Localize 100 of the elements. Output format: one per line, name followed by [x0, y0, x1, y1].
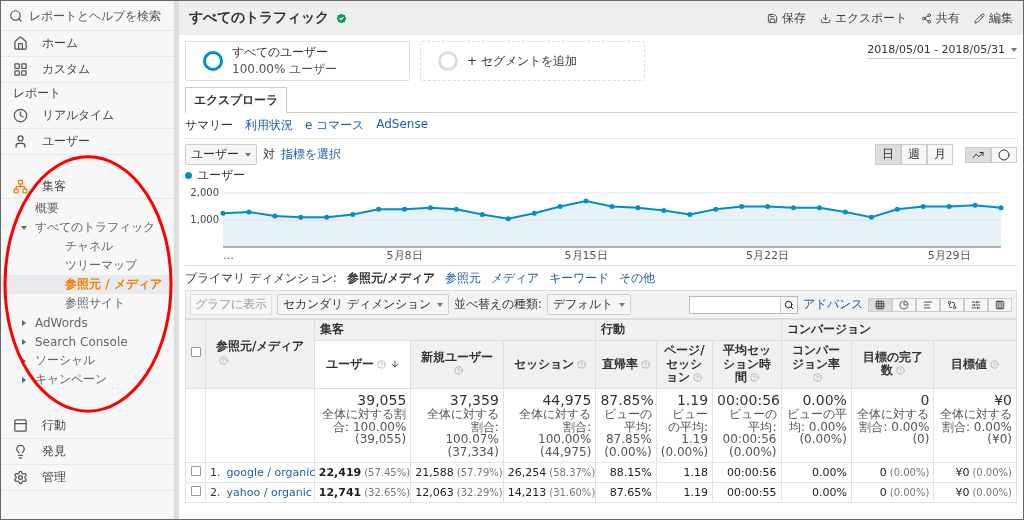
date-range-picker[interactable]: 2018/05/01 - 2018/05/31 — [867, 41, 1017, 59]
data-point[interactable] — [479, 212, 485, 218]
nav-subitem[interactable]: ツリーマップ — [1, 256, 174, 275]
nav-subitem[interactable]: ソーシャル — [1, 351, 174, 370]
column-header[interactable]: 目標の完了数 — [851, 340, 934, 389]
nav-item[interactable]: 発見 — [1, 439, 174, 465]
data-point[interactable] — [246, 209, 252, 215]
data-point[interactable] — [920, 204, 926, 209]
data-point[interactable] — [998, 205, 1004, 211]
segment-card[interactable]: + セグメントを追加 — [420, 41, 645, 81]
nav-item[interactable]: ホーム — [1, 31, 174, 57]
column-header[interactable]: ページ/セッション — [656, 340, 713, 389]
nav-subitem[interactable]: 参照サイト — [1, 294, 174, 313]
view-button[interactable] — [868, 297, 892, 312]
period-button[interactable]: 月 — [927, 144, 953, 165]
data-point[interactable] — [272, 213, 278, 219]
line-chart-button[interactable] — [965, 146, 991, 163]
nav-item[interactable]: 集客 — [1, 175, 174, 199]
table-view-icon — [875, 299, 885, 310]
header-action[interactable]: 共有 — [921, 9, 960, 27]
column-header[interactable]: 参照元/メディア — [205, 319, 315, 389]
expand-arrow-icon[interactable] — [22, 376, 26, 383]
subtab-link[interactable]: サマリー — [185, 117, 233, 134]
nav-subitem[interactable]: 概要 — [1, 199, 174, 218]
search-field[interactable]: レポートとヘルプを検索 — [29, 8, 173, 23]
header-action[interactable]: 編集 — [974, 9, 1013, 27]
data-point[interactable] — [402, 206, 408, 212]
data-point[interactable] — [298, 214, 304, 220]
nav-subitem[interactable]: チャネル — [1, 237, 174, 256]
source-link[interactable]: yahoo / organic — [226, 485, 312, 499]
dimension-link[interactable]: その他 — [619, 270, 656, 287]
sort-dropdown[interactable]: デフォルト — [546, 294, 631, 315]
row-checkbox[interactable] — [190, 486, 201, 497]
view-button[interactable] — [940, 297, 964, 312]
data-point[interactable] — [427, 205, 433, 211]
data-point[interactable] — [583, 198, 589, 204]
column-header[interactable]: コンバージョン率 — [781, 340, 852, 389]
subtab-link[interactable]: e コマース — [305, 117, 365, 134]
data-point[interactable] — [765, 204, 771, 209]
data-point[interactable] — [687, 212, 693, 218]
data-point[interactable] — [557, 204, 563, 209]
source-link[interactable]: google / organic — [226, 465, 316, 479]
data-point[interactable] — [324, 214, 330, 220]
advanced-link[interactable]: アドバンス — [803, 296, 863, 313]
column-header[interactable]: 目標値 — [933, 340, 1017, 389]
segment-card[interactable]: すべてのユーザー 100.00% ユーザー — [185, 41, 410, 81]
nav-item[interactable]: 行動 — [1, 413, 174, 439]
period-button[interactable]: 週 — [901, 144, 927, 165]
column-header[interactable]: 平均セッション時間 — [712, 340, 781, 389]
column-header[interactable]: 直帰率 — [595, 340, 657, 389]
nav-subitem[interactable]: キャンペーン — [1, 370, 174, 389]
nav-item[interactable]: 管理 — [1, 465, 174, 491]
data-point[interactable] — [713, 206, 719, 212]
nav-subitem[interactable]: Search Console — [1, 332, 174, 351]
data-point[interactable] — [505, 216, 511, 222]
motion-chart-button[interactable] — [991, 146, 1017, 163]
nav-item[interactable]: ユーザー — [1, 129, 174, 155]
subtab-link[interactable]: AdSense — [376, 117, 429, 134]
secondary-dimension-dropdown[interactable]: セカンダリ ディメンション — [277, 294, 449, 315]
data-point[interactable] — [350, 212, 356, 218]
expand-arrow-icon[interactable] — [22, 319, 26, 326]
tab[interactable]: エクスプローラ — [185, 87, 287, 113]
data-point[interactable] — [972, 202, 978, 208]
header-action[interactable]: 保存 — [767, 9, 806, 27]
data-point[interactable] — [376, 206, 382, 212]
metric-dropdown[interactable]: ユーザー — [185, 144, 257, 165]
period-button[interactable]: 日 — [875, 144, 901, 165]
data-point[interactable] — [453, 206, 459, 212]
select-all-checkbox[interactable] — [191, 347, 201, 358]
dimension-link[interactable]: メディア — [491, 270, 540, 287]
data-point[interactable] — [220, 210, 226, 216]
row-checkbox[interactable] — [190, 466, 201, 477]
data-point[interactable] — [842, 209, 848, 215]
data-point[interactable] — [868, 214, 874, 220]
nav-item[interactable]: カスタム — [1, 57, 174, 83]
column-header[interactable]: 新規ユーザー — [410, 340, 504, 389]
data-point[interactable] — [531, 210, 537, 216]
subtab-link[interactable]: 利用状況 — [245, 117, 293, 134]
column-header[interactable]: セッション — [503, 340, 596, 389]
nav-subitem[interactable]: AdWords — [1, 313, 174, 332]
data-point[interactable] — [661, 208, 667, 214]
data-point[interactable] — [816, 205, 822, 211]
data-point[interactable] — [791, 205, 797, 211]
data-point[interactable] — [609, 204, 615, 209]
data-point[interactable] — [635, 205, 641, 211]
data-point[interactable] — [946, 204, 952, 209]
expand-arrow-icon[interactable] — [22, 357, 26, 364]
expand-arrow-icon[interactable] — [21, 225, 27, 230]
expand-arrow-icon[interactable] — [22, 338, 26, 345]
nav-subitem[interactable]: すべてのトラフィック — [1, 218, 174, 237]
dimension-link[interactable]: 参照元 — [445, 270, 482, 287]
data-point[interactable] — [739, 204, 745, 209]
header-action[interactable]: エクスポート — [820, 9, 907, 27]
column-header[interactable]: ユーザー — [314, 340, 411, 389]
data-point[interactable] — [894, 206, 900, 212]
view-button[interactable] — [988, 297, 1012, 312]
dimension-link[interactable]: キーワード — [549, 270, 610, 287]
select-metric-link[interactable]: 指標を選択 — [281, 146, 341, 163]
table-search-field[interactable] — [689, 295, 798, 314]
nav-item[interactable]: リアルタイム — [1, 103, 174, 129]
